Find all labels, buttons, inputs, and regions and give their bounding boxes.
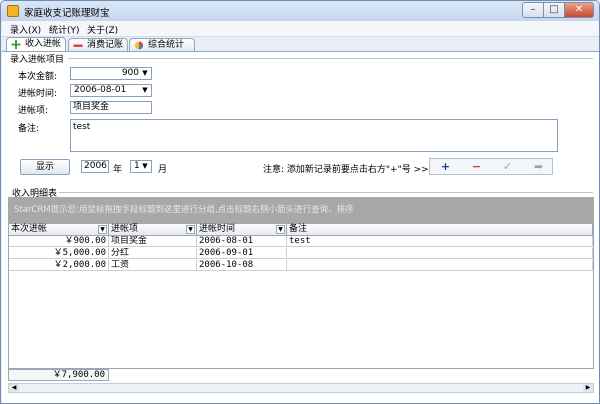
title-bar: 家庭收支记账理财宝 – □ ✕: [1, 1, 599, 21]
cell-date: 2006-08-01: [197, 236, 287, 247]
month-unit: 月: [158, 165, 168, 175]
cell-item: 项目奖金: [109, 236, 197, 247]
add-record-hint: 注意: 添加新记录前要点击右方"+"号 >>: [263, 165, 429, 175]
amount-value: 900: [121, 68, 139, 78]
tab-income[interactable]: 收入进帐: [6, 37, 66, 52]
tab-strip: 收入进帐 消费记账 综合统计: [2, 37, 599, 52]
entry-section-line: [68, 58, 593, 59]
refresh-record-button[interactable]: ➦: [523, 159, 554, 174]
cell-date: 2006-09-01: [197, 248, 287, 259]
column-amount-dropdown-icon[interactable]: ▼: [98, 225, 107, 234]
confirm-record-button[interactable]: ✓: [492, 159, 523, 174]
cell-item: 工资: [109, 260, 197, 271]
item-label: 进帐项:: [18, 106, 49, 116]
cell-note: [287, 248, 593, 259]
tab-expense[interactable]: 消费记账: [68, 38, 128, 51]
record-navigator: + − ✓ ➦: [429, 158, 553, 175]
amount-input[interactable]: 900 ▼: [70, 67, 152, 80]
entry-section-title: 录入进帐项目: [8, 52, 67, 65]
maximize-button[interactable]: □: [543, 2, 565, 18]
note-textarea[interactable]: test: [70, 119, 558, 152]
delete-record-button[interactable]: −: [461, 159, 492, 174]
minus-icon: [73, 44, 83, 47]
cell-amount: ￥900.00: [9, 236, 109, 247]
amount-label: 本次金额:: [18, 72, 58, 82]
column-header-item-label: 进帐项: [111, 224, 139, 234]
month-value: 1: [134, 161, 140, 171]
column-header-date[interactable]: 进帐时间 ▼: [197, 224, 287, 236]
plus-icon: [11, 40, 21, 49]
menu-bar: 录入(X) 统计(Y) 关于(Z): [2, 21, 599, 37]
date-value: 2006-08-01: [74, 85, 127, 95]
income-grid: 本次进帐 ▼ 进帐项 ▼ 进帐时间 ▼ 备注 ￥900.00 项目奖金 2006…: [8, 223, 594, 369]
main-window: 家庭收支记账理财宝 – □ ✕ 录入(X) 统计(Y) 关于(Z) 收入进帐 消…: [0, 0, 600, 404]
close-button[interactable]: ✕: [564, 2, 594, 18]
menu-about[interactable]: 关于(Z): [87, 23, 118, 36]
column-header-note[interactable]: 备注: [287, 224, 593, 236]
date-label: 进帐时间:: [18, 89, 58, 99]
horizontal-scrollbar[interactable]: ◀ ▶: [8, 383, 594, 393]
column-header-note-label: 备注: [289, 224, 308, 234]
menu-statistics[interactable]: 统计(Y): [49, 23, 80, 36]
window-title: 家庭收支记账理财宝: [24, 8, 110, 19]
month-select[interactable]: 1 ▼: [130, 160, 152, 173]
cell-amount: ￥5,000.00: [9, 248, 109, 259]
column-header-date-label: 进帐时间: [199, 224, 236, 234]
month-dropdown-icon[interactable]: ▼: [140, 161, 150, 172]
cell-amount: ￥2,000.00: [9, 260, 109, 271]
column-date-dropdown-icon[interactable]: ▼: [276, 225, 285, 234]
cell-note: [287, 260, 593, 271]
column-header-amount[interactable]: 本次进帐 ▼: [9, 224, 109, 236]
pie-chart-icon: [134, 41, 144, 50]
group-by-area[interactable]: StarCRM提示您:用鼠标拖拽字段标题到这里进行分组,点击标题右侧小箭头进行查…: [8, 197, 594, 223]
amount-dropdown-icon[interactable]: ▼: [140, 68, 150, 79]
cell-note: test: [287, 236, 593, 247]
add-record-button[interactable]: +: [430, 159, 461, 174]
tab-summary-label: 综合统计: [148, 40, 185, 50]
date-picker[interactable]: 2006-08-01 ▼: [70, 84, 152, 97]
scroll-left-icon[interactable]: ◀: [9, 384, 19, 392]
tab-summary[interactable]: 综合统计: [129, 38, 195, 51]
date-dropdown-icon[interactable]: ▼: [140, 85, 150, 96]
year-input[interactable]: 2006: [81, 160, 109, 173]
column-header-item[interactable]: 进帐项 ▼: [109, 224, 197, 236]
minimize-button[interactable]: –: [522, 2, 544, 18]
show-button[interactable]: 显示: [20, 159, 70, 175]
note-label: 备注:: [18, 124, 40, 134]
list-section-line: [58, 192, 593, 193]
menu-entry[interactable]: 录入(X): [10, 23, 41, 36]
cell-date: 2006-10-08: [197, 260, 287, 271]
column-item-dropdown-icon[interactable]: ▼: [186, 225, 195, 234]
column-header-amount-label: 本次进帐: [11, 224, 48, 234]
item-input[interactable]: 项目奖金: [70, 101, 152, 114]
tab-income-label: 收入进帐: [25, 39, 62, 49]
year-unit: 年: [113, 165, 123, 175]
tab-expense-label: 消费记账: [87, 40, 124, 50]
cell-item: 分红: [109, 248, 197, 259]
app-icon: [7, 5, 19, 17]
scroll-right-icon[interactable]: ▶: [583, 384, 593, 392]
amount-total: ￥7,900.00: [8, 369, 109, 381]
